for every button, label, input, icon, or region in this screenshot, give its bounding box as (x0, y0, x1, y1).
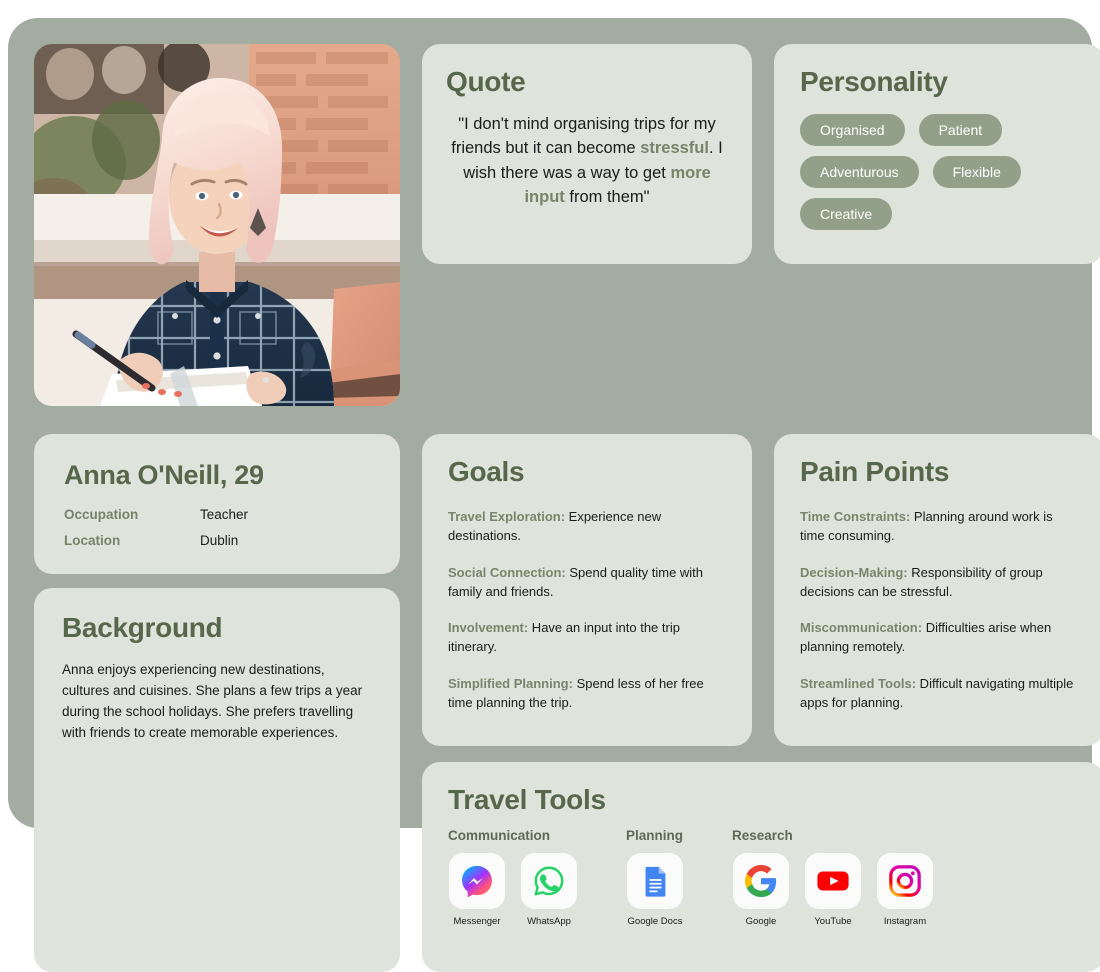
quote-card: Quote "I don't mind organising trips for… (422, 44, 752, 264)
tool-item-instagram[interactable]: Instagram (876, 853, 934, 927)
tool-group-communication: Communication Messenger WhatsApp (448, 828, 578, 927)
tool-icon-row: Google YouTube Instagram (732, 853, 934, 927)
quote-highlight-stressful: stressful (640, 139, 709, 158)
pain-point-item: Decision-Making: Responsibility of group… (800, 564, 1078, 602)
pain-point-item: Miscommunication: Difficulties arise whe… (800, 619, 1078, 657)
tool-group-label: Research (732, 828, 793, 843)
persona-name: Anna O'Neill, 29 (64, 460, 264, 490)
youtube-icon (817, 871, 849, 891)
goals-title: Goals (448, 456, 525, 487)
travel-tools-card: Travel Tools Communication Messenger Wha… (422, 762, 1100, 972)
google-icon (744, 864, 777, 898)
background-text: Anna enjoys experiencing new destination… (62, 662, 363, 740)
goal-label: Simplified Planning: (448, 676, 573, 692)
personality-tag: Patient (918, 114, 1003, 146)
identity-row-occupation: Occupation Teacher (64, 507, 370, 522)
whatsapp-tile[interactable] (521, 853, 577, 909)
goal-label: Social Connection: (448, 564, 566, 580)
background-title: Background (62, 612, 223, 643)
occupation-label: Occupation (64, 507, 139, 522)
identity-row-location: Location Dublin (64, 533, 370, 548)
youtube-tile[interactable] (805, 853, 861, 909)
pain-point-item: Time Constraints: Planning around work i… (800, 508, 1078, 546)
occupation-value: Teacher (200, 507, 249, 522)
tool-group-label: Planning (626, 828, 683, 843)
tool-group-planning: Planning Google Docs (626, 828, 684, 927)
identity-card: Anna O'Neill, 29 Occupation Teacher Loca… (34, 434, 400, 574)
goal-label: Involvement: (448, 620, 529, 636)
instagram-tile[interactable] (877, 853, 933, 909)
pain-point-item: Streamlined Tools: Difficult navigating … (800, 675, 1078, 713)
quote-segment: from them" (564, 188, 650, 207)
google-docs-tile[interactable] (627, 853, 683, 909)
tool-name: Instagram (883, 916, 927, 927)
goal-item: Social Connection: Spend quality time wi… (448, 564, 726, 602)
tool-name: YouTube (814, 916, 852, 927)
pain-points-title: Pain Points (800, 456, 950, 487)
goal-item: Simplified Planning: Spend less of her f… (448, 675, 726, 713)
tool-groups: Communication Messenger WhatsApp Plannin… (448, 828, 1078, 927)
personality-tag: Creative (800, 198, 893, 230)
tool-icon-row: Google Docs (626, 853, 684, 927)
persona-photo (34, 44, 400, 406)
tool-group-research: Research Google YouTube Instagram (732, 828, 934, 927)
personality-tag-list: Organised Patient Adventurous Flexible C… (800, 114, 1078, 230)
personality-tag: Adventurous (800, 156, 919, 188)
tool-group-label: Communication (448, 828, 551, 843)
tool-name: Google (745, 916, 777, 927)
tool-item-google[interactable]: Google (732, 853, 790, 927)
location-label: Location (64, 533, 121, 548)
personality-tag: Organised (800, 114, 905, 146)
tool-name: WhatsApp (527, 916, 571, 927)
background-card: Background Anna enjoys experiencing new … (34, 588, 400, 972)
pain-point-label: Streamlined Tools: (800, 676, 917, 692)
pain-point-label: Time Constraints: (800, 509, 911, 524)
messenger-icon (462, 865, 492, 898)
tool-item-whatsapp[interactable]: WhatsApp (520, 853, 578, 927)
tool-item-messenger[interactable]: Messenger (448, 853, 506, 927)
goal-item: Travel Exploration: Experience new desti… (448, 508, 726, 546)
tool-item-google-docs[interactable]: Google Docs (626, 853, 684, 927)
messenger-tile[interactable] (449, 853, 505, 909)
tool-name: Google Docs (627, 916, 683, 927)
quote-text: "I don't mind organising trips for my fr… (446, 112, 728, 210)
whatsapp-icon (534, 866, 564, 896)
goal-item: Involvement: Have an input into the trip… (448, 619, 726, 657)
goal-label: Travel Exploration: (448, 509, 566, 524)
tool-icon-row: Messenger WhatsApp (448, 853, 578, 927)
google-tile[interactable] (733, 853, 789, 909)
tool-item-youtube[interactable]: YouTube (804, 853, 862, 927)
instagram-icon (889, 865, 921, 897)
location-value: Dublin (200, 533, 239, 548)
google-docs-icon (645, 866, 666, 897)
pain-points-card: Pain Points Time Constraints: Planning a… (774, 434, 1100, 746)
pain-point-label: Miscommunication: (800, 620, 923, 636)
travel-tools-title: Travel Tools (448, 784, 606, 815)
persona-photo-image (34, 44, 400, 406)
goals-card: Goals Travel Exploration: Experience new… (422, 434, 752, 746)
personality-card: Personality Organised Patient Adventurou… (774, 44, 1100, 264)
tool-name: Messenger (453, 916, 501, 927)
persona-panel: Quote "I don't mind organising trips for… (8, 18, 1100, 972)
personality-tag: Flexible (932, 156, 1021, 188)
quote-title: Quote (446, 66, 526, 97)
pain-point-label: Decision-Making: (800, 564, 908, 580)
personality-title: Personality (800, 66, 948, 97)
